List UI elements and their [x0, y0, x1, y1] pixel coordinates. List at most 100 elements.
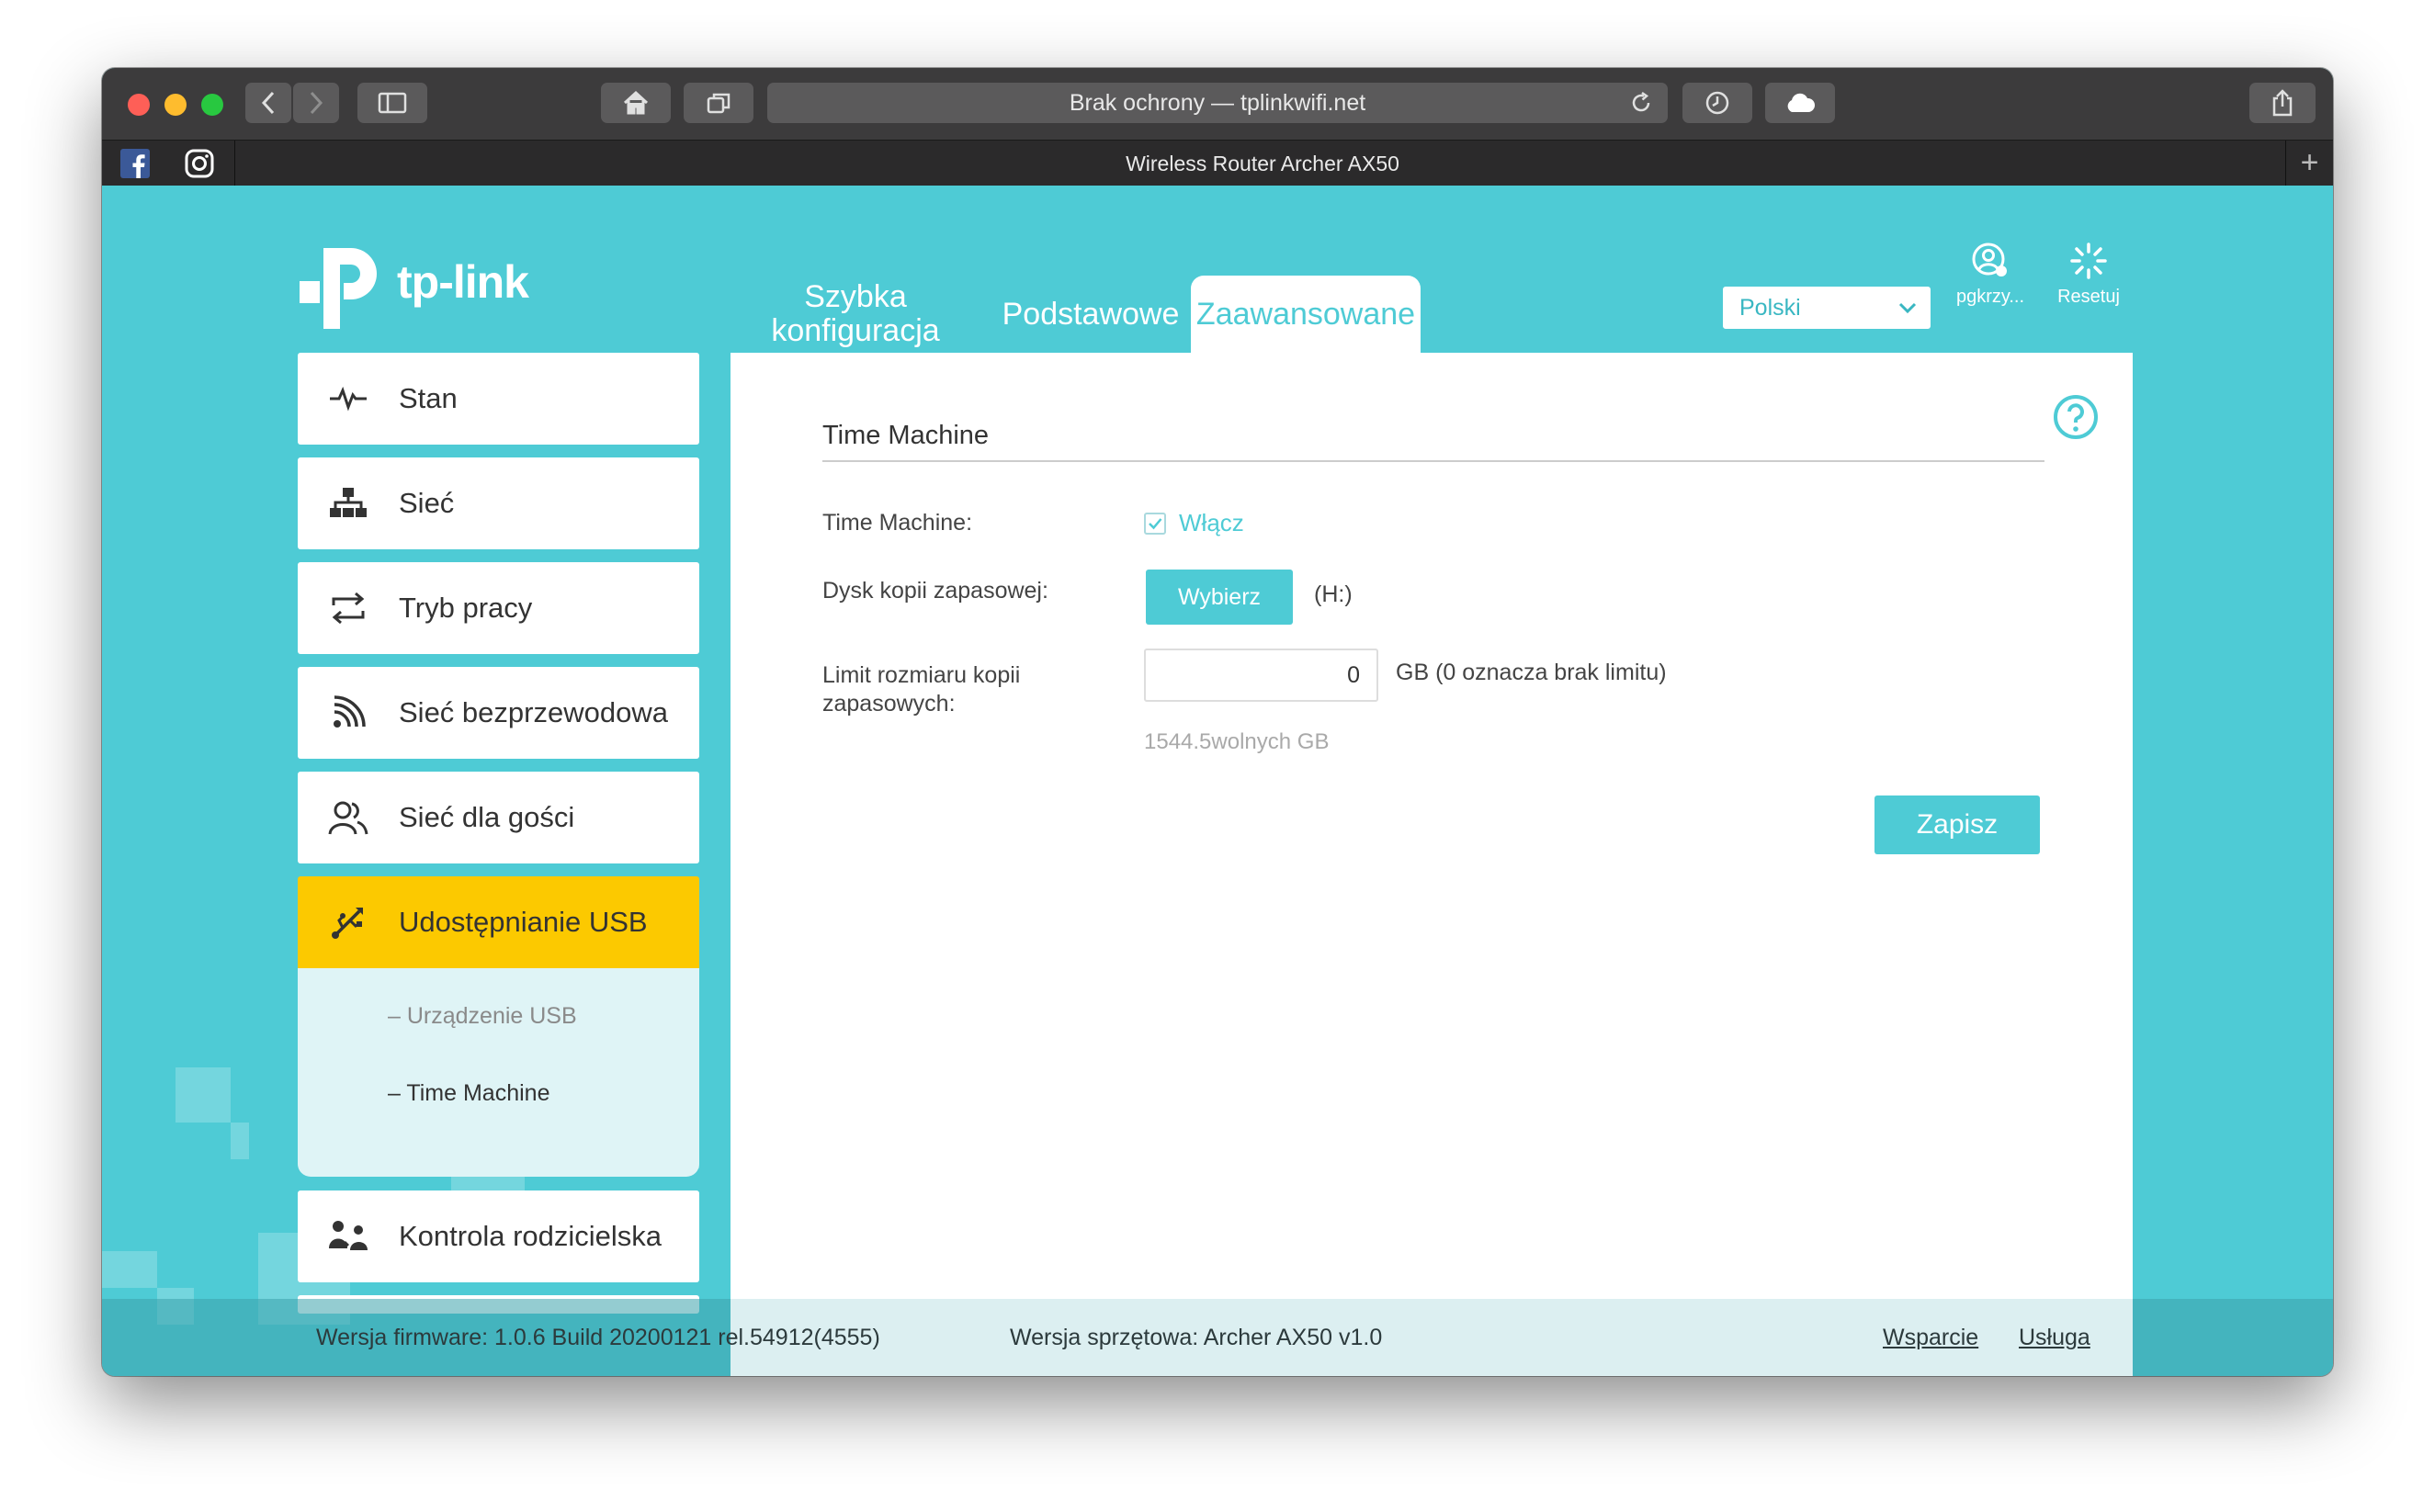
firmware-version: Wersja firmware: 1.0.6 Build 20200121 re… [316, 1325, 880, 1350]
home-button[interactable] [601, 83, 671, 123]
chevron-left-icon [261, 91, 275, 115]
facebook-bookmark[interactable] [120, 149, 150, 178]
tab-advanced-label: Zaawansowane [1195, 296, 1416, 332]
reload-icon[interactable] [1629, 91, 1653, 115]
wifi-icon [298, 695, 399, 730]
tab-quick-setup-line2: konfiguracja [771, 313, 940, 348]
enable-label[interactable]: Włącz [1179, 509, 1244, 537]
router-admin-page: tp-link Szybka konfiguracja Podstawowe Z… [102, 186, 2333, 1376]
sidebar-item-network[interactable]: Sieć [298, 457, 699, 549]
language-value: Polski [1739, 295, 1801, 321]
subitem-usb-device[interactable]: – Urządzenie USB [388, 1003, 577, 1030]
history-button[interactable] [1682, 83, 1752, 123]
backup-limit-label-line1: Limit rozmiaru kopii [822, 662, 1021, 688]
section-title: Time Machine [822, 421, 990, 450]
tab-bar: Wireless Router Archer AX50 + [102, 140, 2333, 186]
sidebar-item-label: Kontrola rodzicielska [399, 1220, 663, 1252]
enable-checkbox[interactable] [1144, 513, 1166, 535]
sidebar-item-parental-controls[interactable]: Kontrola rodzicielska [298, 1190, 699, 1282]
zoom-window-button[interactable] [201, 94, 223, 116]
tab-quick-setup-line1: Szybka [804, 279, 907, 314]
facebook-icon [120, 149, 150, 178]
address-text: Brak ochrony — tplinkwifi.net [1069, 89, 1366, 116]
subitem-prefix: – [388, 1003, 401, 1029]
save-button[interactable]: Zapisz [1874, 795, 2040, 854]
family-icon [298, 1219, 399, 1254]
pulse-icon [298, 385, 399, 412]
sidebar-item-label: Tryb pracy [399, 592, 533, 624]
support-link[interactable]: Wsparcie [1883, 1325, 1978, 1351]
service-link[interactable]: Usługa [2019, 1325, 2090, 1351]
browser-window: Brak ochrony — tplinkwifi.net Wireless R… [102, 68, 2333, 1376]
language-select[interactable]: Polski [1721, 285, 1932, 331]
sidebar-item-status[interactable]: Stan [298, 353, 699, 445]
address-bar[interactable]: Brak ochrony — tplinkwifi.net [767, 83, 1668, 123]
instagram-bookmark[interactable] [185, 149, 214, 178]
share-icon [2272, 89, 2293, 117]
tab-quick-setup[interactable]: Szybka konfiguracja [745, 276, 966, 353]
backup-limit-unit: GB (0 oznacza brak limitu) [1396, 660, 1667, 685]
usb-icon [298, 904, 399, 941]
forward-button[interactable] [293, 83, 339, 123]
sidebar-item-label: Udostępnianie USB [399, 906, 648, 938]
subitem-label: Urządzenie USB [406, 1003, 577, 1029]
network-icon [298, 486, 399, 521]
active-tab[interactable]: Wireless Router Archer AX50 [240, 141, 2285, 186]
tab-basic[interactable]: Podstawowe [980, 276, 1201, 353]
reset-button[interactable]: Resetuj [2047, 241, 2130, 308]
close-window-button[interactable] [128, 94, 150, 116]
section-divider [822, 460, 2044, 462]
select-disk-button-label: Wybierz [1177, 583, 1262, 610]
sidebar-item-guest-network[interactable]: Sieć dla gości [298, 772, 699, 863]
sidebar-toggle-button[interactable] [357, 83, 427, 123]
backup-limit-label: Limit rozmiaru kopii zapasowych: [822, 661, 1020, 718]
background-decoration [231, 1123, 249, 1159]
back-button[interactable] [245, 83, 291, 123]
check-icon [1149, 518, 1162, 530]
backup-limit-input[interactable]: 0 [1144, 649, 1378, 702]
tab-divider [234, 141, 235, 186]
time-machine-label: Time Machine: [822, 510, 973, 536]
sidebar-item-label: Stan [399, 382, 458, 414]
tabs-overview-button[interactable] [684, 83, 753, 123]
minimize-window-button[interactable] [164, 94, 187, 116]
swap-icon [298, 591, 399, 626]
sidebar-item-wireless[interactable]: Sieć bezprzewodowa [298, 667, 699, 759]
select-disk-button[interactable]: Wybierz [1146, 570, 1293, 625]
subitem-label: Time Machine [406, 1080, 550, 1106]
hardware-version: Wersja sprzętowa: Archer AX50 v1.0 [1010, 1325, 1383, 1350]
tp-link-logo-icon [300, 248, 377, 329]
new-tab-button[interactable]: + [2285, 141, 2333, 186]
backup-disk-label: Dysk kopii zapasowej: [822, 578, 1048, 604]
user-icon [1972, 243, 2007, 276]
reset-label: Resetuj [2057, 287, 2120, 307]
sidebar-icon [378, 92, 407, 114]
browser-toolbar: Brak ochrony — tplinkwifi.net [102, 68, 2333, 140]
clock-icon [1705, 91, 1729, 115]
usb-submenu: – Urządzenie USB – Time Machine [298, 968, 699, 1177]
sidebar-item-usb-sharing[interactable]: Udostępnianie USB [298, 876, 699, 968]
sidebar-item-label: Sieć dla gości [399, 801, 575, 833]
subitem-time-machine[interactable]: – Time Machine [388, 1080, 549, 1107]
user-account-button[interactable]: pgkrzy... [1949, 241, 2032, 308]
sidebar-item-operation-mode[interactable]: Tryb pracy [298, 562, 699, 654]
cloud-tabs-button[interactable] [1765, 83, 1835, 123]
tab-advanced[interactable]: Zaawansowane [1191, 276, 1421, 353]
content-panel: Time Machine Time Machine: Włącz Dysk ko… [730, 353, 2133, 1376]
home-icon [623, 90, 649, 115]
share-button[interactable] [2249, 83, 2316, 123]
tabs-icon [707, 93, 730, 114]
guests-icon [298, 799, 399, 836]
question-circle-icon [2054, 395, 2098, 439]
tp-link-logo: tp-link [298, 239, 529, 331]
background-decoration [102, 1251, 157, 1288]
instagram-icon [185, 149, 214, 178]
sidebar-item-label: Sieć bezprzewodowa [399, 696, 668, 728]
user-label: pgkrzy... [1955, 287, 2025, 307]
footer: Wersja firmware: 1.0.6 Build 20200121 re… [102, 1299, 2333, 1376]
reset-icon [2070, 243, 2107, 279]
help-button[interactable] [2052, 393, 2100, 446]
selected-drive: (H:) [1314, 581, 1353, 607]
background-decoration [176, 1067, 231, 1123]
backup-limit-label-line2: zapasowych: [822, 691, 956, 717]
